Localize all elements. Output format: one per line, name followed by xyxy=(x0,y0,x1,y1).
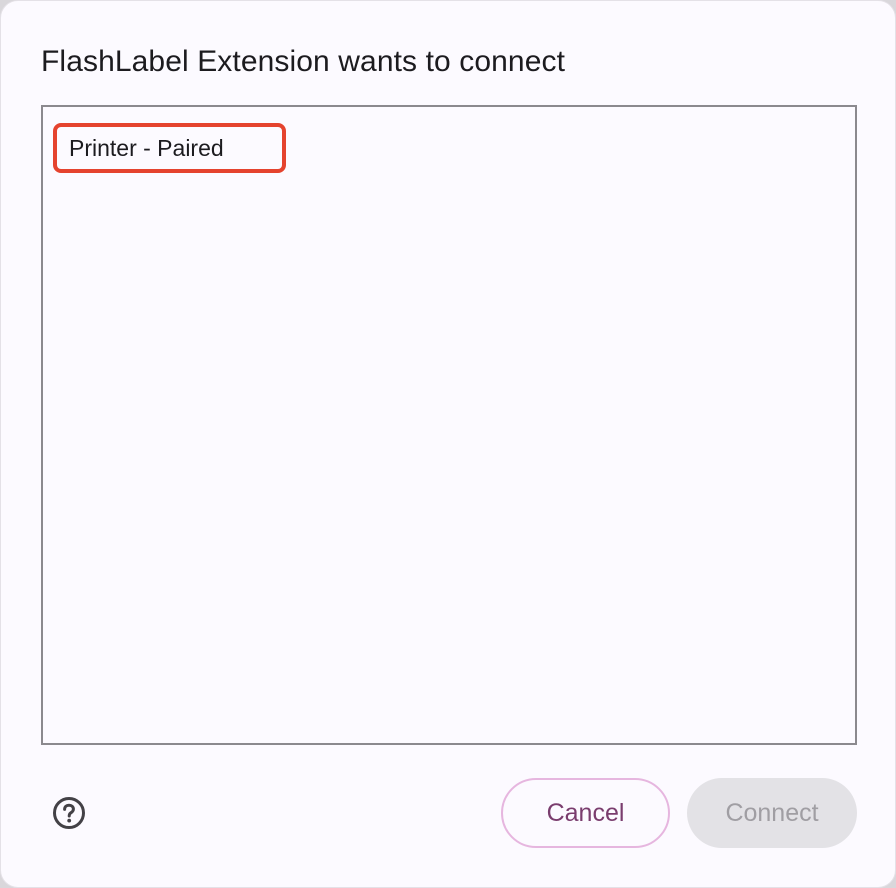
device-list[interactable]: Printer - Paired xyxy=(41,105,857,745)
help-button[interactable] xyxy=(52,796,86,830)
connect-dialog: FlashLabel Extension wants to connect Pr… xyxy=(0,0,896,888)
help-circle-icon xyxy=(53,797,85,829)
device-item-printer[interactable]: Printer - Paired xyxy=(53,123,286,173)
dialog-title: FlashLabel Extension wants to connect xyxy=(41,45,566,78)
connect-button[interactable]: Connect xyxy=(687,778,857,848)
cancel-button[interactable]: Cancel xyxy=(501,778,670,848)
